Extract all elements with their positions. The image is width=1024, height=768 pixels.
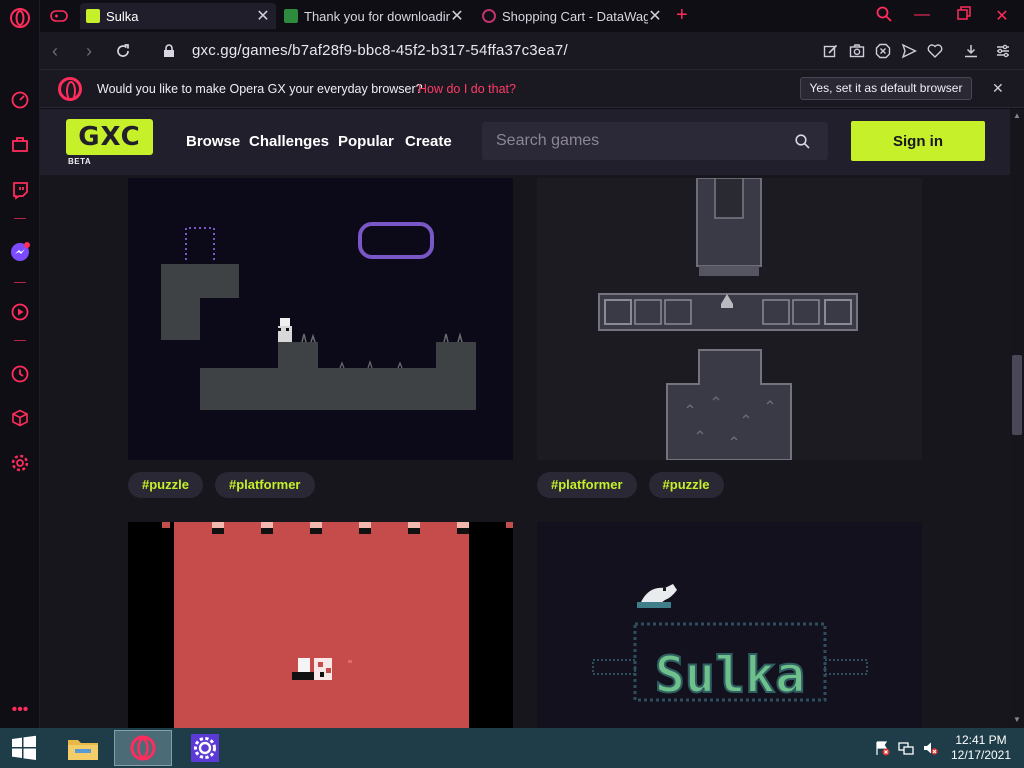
minimize-icon[interactable]: — [912, 6, 932, 24]
download-favicon-icon [284, 9, 298, 23]
card-tags: #puzzle #platformer [128, 472, 315, 498]
edit-icon[interactable] [822, 42, 840, 60]
nav-browse[interactable]: Browse [186, 133, 240, 150]
close-tab-icon[interactable]: ✕ [450, 6, 464, 26]
reload-icon[interactable] [114, 42, 132, 60]
lock-icon[interactable] [162, 43, 176, 59]
opera-logo-icon [58, 77, 82, 101]
default-browser-bar: Would you like to make Opera GX your eve… [40, 70, 1024, 108]
game-title-art: Sulka [655, 646, 806, 704]
game-card[interactable] [128, 522, 513, 728]
clock-time: 12:41 PM [955, 733, 1007, 747]
back-icon[interactable]: ‹ [52, 41, 58, 62]
tab-title: Thank you for downloading [304, 8, 450, 24]
game-card[interactable] [537, 178, 922, 460]
more-icon[interactable]: ••• [8, 698, 32, 722]
send-icon[interactable] [900, 42, 918, 60]
forward-icon[interactable]: › [86, 41, 92, 62]
heart-icon[interactable] [926, 42, 944, 60]
tab-downloading[interactable]: Thank you for downloading ✕ [278, 3, 470, 29]
action-center-flag-icon[interactable] [874, 740, 890, 756]
game-card[interactable] [128, 178, 513, 460]
game-thumbnail[interactable] [128, 522, 513, 728]
scrollbar-thumb[interactable] [1012, 355, 1022, 435]
opera-sidebar: ••• [0, 0, 40, 728]
site-header: GXC BETA Browse Challenges Popular Creat… [40, 109, 1010, 175]
windows-start-icon[interactable] [0, 728, 48, 768]
messenger-icon[interactable] [8, 240, 32, 264]
address-bar: ‹ › gxc.gg/games/b7af28f9-bbc8-45f2-b317… [40, 32, 1024, 70]
search-tabs-icon[interactable] [874, 6, 894, 27]
opera-gx-taskbar-icon[interactable] [114, 730, 172, 766]
game-thumbnail[interactable] [128, 178, 513, 460]
gx-control-icon[interactable] [8, 88, 32, 112]
beta-badge: BETA [68, 157, 92, 166]
datawagon-favicon-icon [482, 9, 496, 23]
gx-corner-icon[interactable] [8, 132, 32, 156]
tab-title: Shopping Cart - DataWago [502, 8, 648, 24]
close-infobar-icon[interactable]: ✕ [992, 80, 1004, 97]
search-icon[interactable] [794, 133, 810, 149]
network-icon[interactable] [898, 740, 914, 756]
default-browser-question: Would you like to make Opera GX your eve… [97, 82, 423, 96]
file-explorer-icon[interactable] [54, 730, 112, 766]
how-link[interactable]: How do I do that? [418, 82, 516, 96]
tag-chip[interactable]: #puzzle [128, 472, 203, 498]
player-icon[interactable] [8, 300, 32, 324]
clock-date: 12/17/2021 [950, 748, 1012, 762]
nav-popular[interactable]: Popular [338, 133, 394, 150]
game-card[interactable]: Sulka [537, 522, 922, 728]
close-tab-icon[interactable]: ✕ [256, 6, 270, 26]
system-clock[interactable]: 12:41 PM 12/17/2021 [944, 733, 1018, 763]
easy-setup-icon[interactable] [994, 42, 1012, 60]
nav-create[interactable]: Create [405, 133, 452, 150]
scroll-up-icon[interactable]: ▲ [1013, 111, 1021, 120]
tab-sulka[interactable]: Sulka ✕ [80, 3, 276, 29]
gamepad-icon[interactable] [50, 7, 68, 25]
opera-menu-icon[interactable] [8, 6, 32, 30]
restore-icon[interactable] [954, 6, 974, 25]
tab-shopping-cart[interactable]: Shopping Cart - DataWago ✕ [476, 3, 668, 29]
tag-chip[interactable]: #platformer [214, 472, 315, 498]
close-tab-icon[interactable]: ✕ [648, 6, 662, 26]
search-input[interactable] [496, 122, 786, 160]
set-default-button[interactable]: Yes, set it as default browser [800, 77, 972, 100]
new-tab-icon[interactable]: + [676, 4, 688, 27]
settings-icon[interactable] [8, 451, 32, 475]
taskbar: 12:41 PM 12/17/2021 [0, 728, 1024, 768]
search-box [482, 122, 828, 160]
card-tags: #platformer #puzzle [537, 472, 724, 498]
url-field[interactable]: gxc.gg/games/b7af28f9-bbc8-45f2-b317-54f… [192, 42, 568, 59]
game-thumbnail[interactable] [537, 178, 922, 460]
tab-title: Sulka [106, 8, 139, 24]
logo-mark: GXC [66, 119, 153, 155]
volume-muted-icon[interactable] [922, 740, 938, 756]
page-scrollbar[interactable]: ▲ ▼ [1010, 109, 1024, 728]
gxc-logo[interactable]: GXC BETA [66, 119, 154, 167]
extensions-icon[interactable] [8, 406, 32, 430]
nav-challenges[interactable]: Challenges [249, 133, 329, 150]
download-icon[interactable] [962, 42, 980, 60]
gxc-favicon-icon [86, 9, 100, 23]
tag-chip[interactable]: #puzzle [648, 472, 724, 498]
sign-in-button[interactable]: Sign in [851, 121, 985, 161]
settings-app-icon[interactable] [176, 730, 234, 766]
tag-chip[interactable]: #platformer [537, 472, 637, 498]
adblock-icon[interactable] [874, 42, 892, 60]
tab-strip: Sulka ✕ Thank you for downloading ✕ Shop… [40, 0, 1024, 32]
page-content: #puzzle #platformer #platformer #puzzle [40, 109, 1010, 728]
close-window-icon[interactable]: ✕ [992, 6, 1012, 26]
scroll-down-icon[interactable]: ▼ [1013, 715, 1021, 724]
game-thumbnail[interactable]: Sulka [537, 522, 922, 728]
history-icon[interactable] [8, 362, 32, 386]
camera-icon[interactable] [848, 42, 866, 60]
twitch-icon[interactable] [8, 178, 32, 202]
